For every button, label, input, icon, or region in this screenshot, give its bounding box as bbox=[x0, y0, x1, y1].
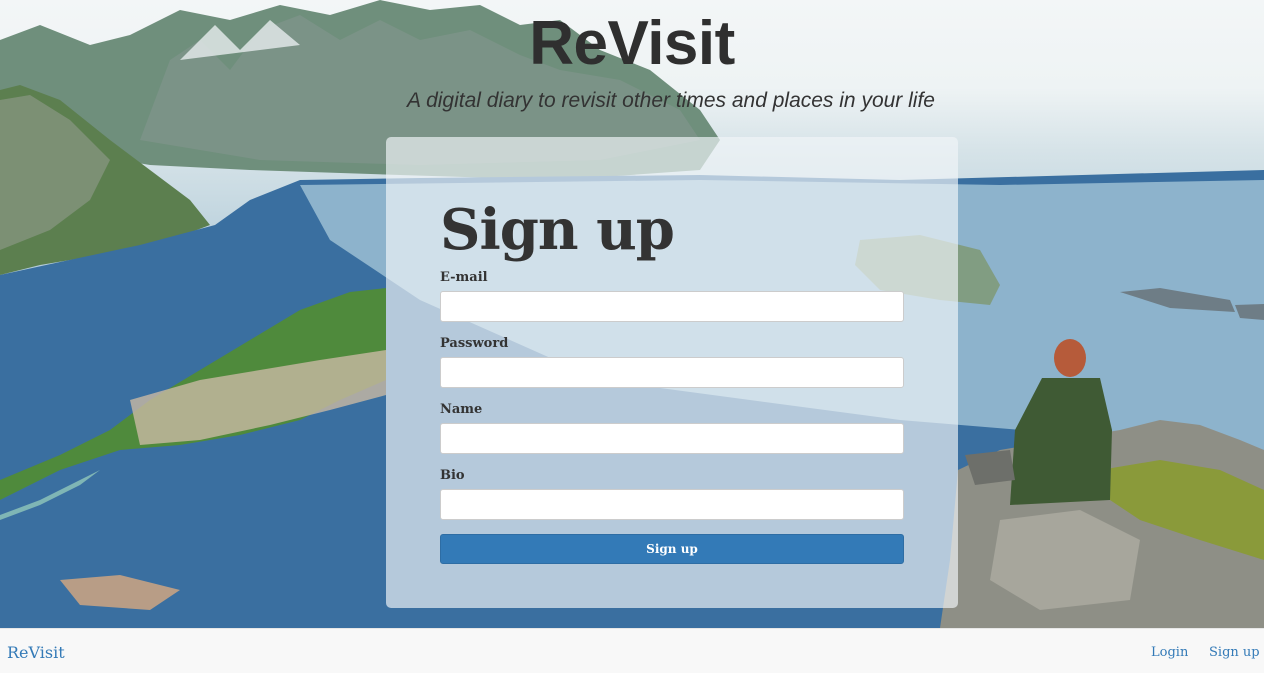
login-link[interactable]: Login bbox=[1151, 645, 1188, 660]
signup-submit-button[interactable]: Sign up bbox=[440, 534, 904, 564]
email-label: E-mail bbox=[440, 270, 488, 285]
name-label: Name bbox=[440, 402, 483, 417]
app-subtitle: A digital diary to revisit other times a… bbox=[407, 89, 935, 112]
password-label: Password bbox=[440, 336, 509, 351]
bio-field[interactable] bbox=[440, 489, 904, 520]
signup-link[interactable]: Sign up bbox=[1209, 645, 1260, 660]
password-field[interactable] bbox=[440, 357, 904, 388]
form-title: Sign up bbox=[440, 197, 675, 263]
app-title: ReVisit bbox=[529, 9, 735, 78]
signup-panel: Sign up E-mail Password Name Bio Sign up bbox=[386, 137, 958, 608]
bio-label: Bio bbox=[440, 468, 465, 483]
name-field[interactable] bbox=[440, 423, 904, 454]
navbar-brand-link[interactable]: ReVisit bbox=[7, 643, 65, 662]
email-field[interactable] bbox=[440, 291, 904, 322]
bottom-navbar: ReVisit Login Sign up bbox=[0, 628, 1264, 673]
